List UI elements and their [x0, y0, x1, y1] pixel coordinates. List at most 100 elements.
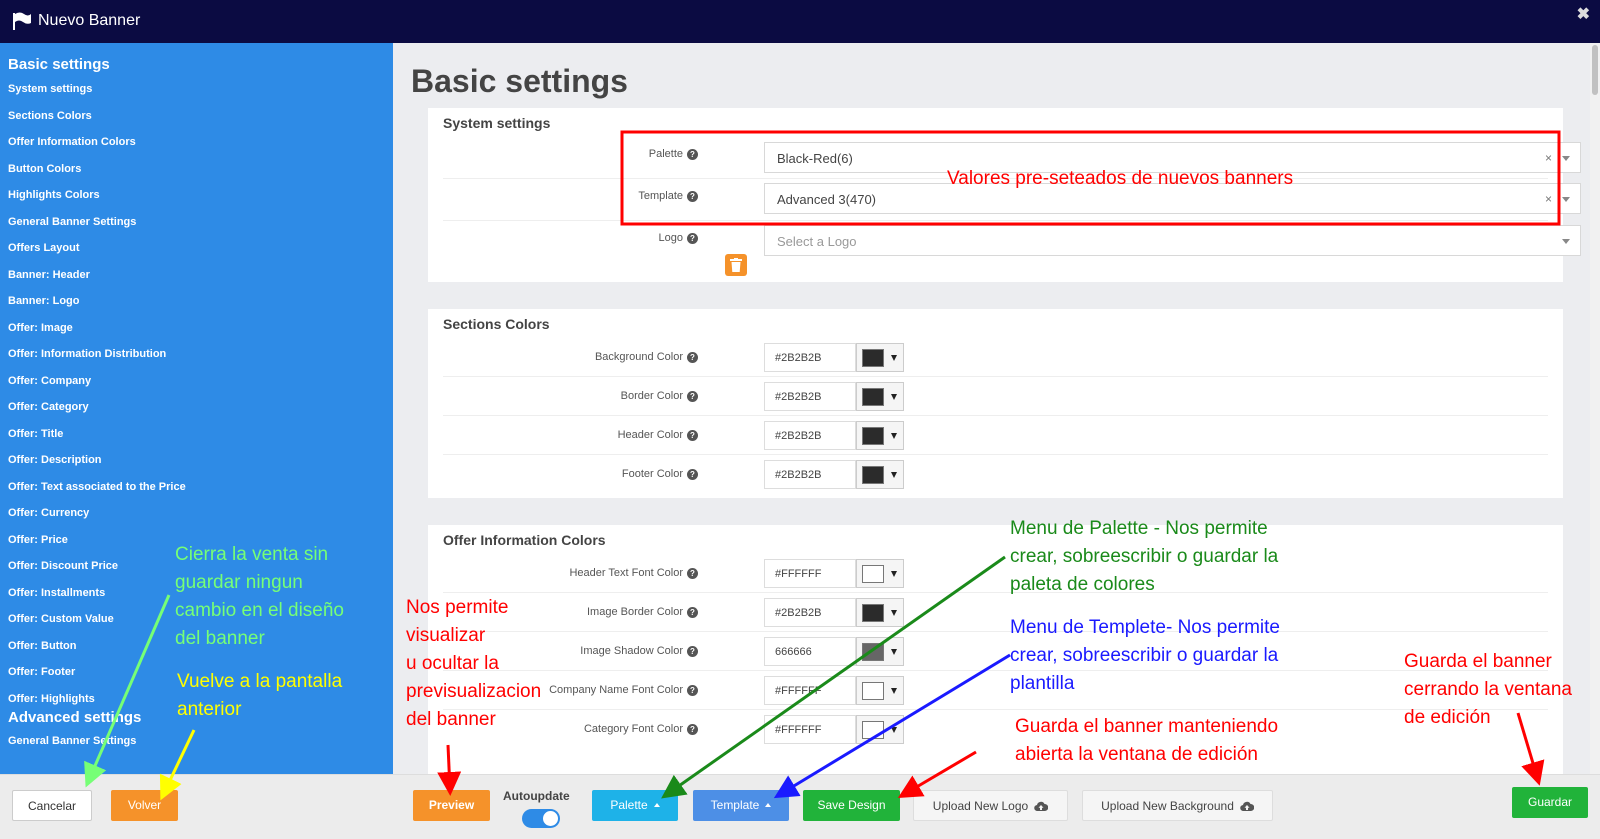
scrollbar[interactable]	[1590, 43, 1600, 774]
color-hex-input[interactable]: #FFFFFF	[764, 559, 856, 588]
color-hex-input[interactable]: #2B2B2B	[764, 382, 856, 411]
cancel-button[interactable]: Cancelar	[12, 790, 92, 821]
help-icon: ?	[687, 430, 698, 441]
upload-background-button[interactable]: Upload New Background	[1082, 790, 1273, 821]
system-settings-panel: System settings Palette? Black-Red(6) × …	[428, 108, 1581, 282]
color-field-label: Background Color?	[428, 351, 698, 363]
template-menu-button[interactable]: Template	[693, 790, 789, 821]
sidebar-heading-advanced[interactable]: Advanced settings	[8, 709, 141, 726]
sidebar-item[interactable]: System settings	[8, 83, 92, 95]
cloud-upload-icon	[1034, 801, 1049, 811]
color-swatch	[862, 682, 884, 700]
sidebar-item[interactable]: Offers Layout	[8, 242, 80, 254]
color-picker-button[interactable]	[856, 598, 904, 627]
help-icon: ?	[687, 191, 698, 202]
save-button[interactable]: Guardar	[1512, 787, 1588, 818]
sidebar-item-advanced-general[interactable]: General Banner Settings	[8, 735, 136, 747]
panel-title: System settings	[443, 115, 551, 131]
sidebar-item[interactable]: Banner: Header	[8, 269, 90, 281]
color-picker-button[interactable]	[856, 676, 904, 705]
clear-icon[interactable]: ×	[1545, 192, 1552, 206]
sidebar-item[interactable]: Offer: Title	[8, 428, 63, 440]
caret-down-icon	[891, 472, 897, 478]
sections-colors-panel: Sections Colors Background Color? #2B2B2B…	[428, 309, 1563, 498]
help-icon: ?	[687, 724, 698, 735]
sidebar-item[interactable]: Offer Information Colors	[8, 136, 136, 148]
sidebar-heading-basic[interactable]: Basic settings	[8, 56, 110, 73]
caret-down-icon	[891, 727, 897, 733]
caret-down-icon	[891, 394, 897, 400]
clear-icon[interactable]: ×	[1545, 151, 1552, 165]
sidebar-item[interactable]: Offer: Footer	[8, 666, 75, 678]
color-field-label: Header Color?	[428, 429, 698, 441]
sidebar-item[interactable]: Offer: Installments	[8, 587, 105, 599]
color-picker-button[interactable]	[856, 715, 904, 744]
palette-menu-button[interactable]: Palette	[592, 790, 678, 821]
sidebar-item[interactable]: Offer: Button	[8, 640, 76, 652]
chevron-down-icon[interactable]	[1562, 197, 1570, 202]
caret-down-icon	[891, 610, 897, 616]
caret-down-icon	[891, 433, 897, 439]
sidebar-item[interactable]: Button Colors	[8, 163, 81, 175]
color-hex-input[interactable]: #2B2B2B	[764, 421, 856, 450]
color-swatch	[862, 643, 884, 661]
caret-down-icon	[891, 649, 897, 655]
sidebar-item[interactable]: Offer: Text associated to the Price	[8, 481, 186, 493]
color-hex-input[interactable]: #FFFFFF	[764, 715, 856, 744]
autoupdate-label: Autoupdate	[503, 789, 570, 803]
color-hex-input[interactable]: #FFFFFF	[764, 676, 856, 705]
help-icon: ?	[687, 568, 698, 579]
trash-icon	[730, 258, 742, 272]
window-title: Nuevo Banner	[38, 12, 141, 29]
chevron-down-icon[interactable]	[1562, 239, 1570, 244]
color-picker-button[interactable]	[856, 637, 904, 666]
sidebar-item[interactable]: Offer: Discount Price	[8, 560, 118, 572]
caret-up-icon	[653, 803, 660, 807]
color-swatch	[862, 349, 884, 367]
sidebar-item[interactable]: Offer: Information Distribution	[8, 348, 166, 360]
sidebar-item[interactable]: Offer: Image	[8, 322, 73, 334]
help-icon: ?	[687, 391, 698, 402]
back-button[interactable]: Volver	[111, 790, 178, 821]
caret-down-icon	[891, 571, 897, 577]
sidebar-item[interactable]: Offer: Price	[8, 534, 68, 546]
color-picker-button[interactable]	[856, 343, 904, 372]
template-label: Template?	[428, 190, 698, 202]
color-picker-button[interactable]	[856, 559, 904, 588]
sidebar-item[interactable]: Highlights Colors	[8, 189, 100, 201]
autoupdate-toggle[interactable]	[522, 809, 560, 828]
save-design-button[interactable]: Save Design	[803, 790, 900, 821]
color-swatch	[862, 721, 884, 739]
help-icon: ?	[687, 469, 698, 480]
color-hex-input[interactable]: #2B2B2B	[764, 343, 856, 372]
annotation-palette-menu: Menu de Palette - Nos permite crear, sobr…	[1010, 518, 1279, 595]
color-picker-button[interactable]	[856, 382, 904, 411]
color-picker-button[interactable]	[856, 460, 904, 489]
color-hex-input[interactable]: #2B2B2B	[764, 598, 856, 627]
sidebar-nav: Basic settings System settings Sections C…	[0, 43, 393, 774]
color-hex-input[interactable]: #2B2B2B	[764, 460, 856, 489]
color-swatch	[862, 466, 884, 484]
sidebar-item[interactable]: Offer: Company	[8, 375, 91, 387]
sidebar-item[interactable]: Offer: Custom Value	[8, 613, 114, 625]
delete-logo-button[interactable]	[725, 254, 747, 276]
offer-info-colors-panel: Offer Information Colors Header Text Fon…	[428, 525, 1563, 774]
sidebar-item[interactable]: General Banner Settings	[8, 216, 136, 228]
color-hex-input[interactable]: 666666	[764, 637, 856, 666]
logo-select[interactable]: Select a Logo	[764, 225, 1581, 256]
chevron-down-icon[interactable]	[1562, 156, 1570, 161]
help-icon: ?	[687, 352, 698, 363]
sidebar-item[interactable]: Offer: Description	[8, 454, 102, 466]
sidebar-item[interactable]: Offer: Highlights	[8, 693, 95, 705]
footer-toolbar: Cancelar Volver Preview Autoupdate Palet…	[0, 774, 1600, 839]
sidebar-item[interactable]: Sections Colors	[8, 110, 92, 122]
close-icon[interactable]: ✖	[1577, 4, 1590, 24]
sidebar-item[interactable]: Banner: Logo	[8, 295, 80, 307]
sidebar-item[interactable]: Offer: Category	[8, 401, 89, 413]
preview-button[interactable]: Preview	[413, 790, 490, 821]
annotation-save: Guarda el banner cerrando la ventana de ed…	[1404, 651, 1572, 728]
sidebar-item[interactable]: Offer: Currency	[8, 507, 89, 519]
upload-logo-button[interactable]: Upload New Logo	[913, 790, 1068, 821]
color-picker-button[interactable]	[856, 421, 904, 450]
flag-icon	[13, 12, 31, 30]
